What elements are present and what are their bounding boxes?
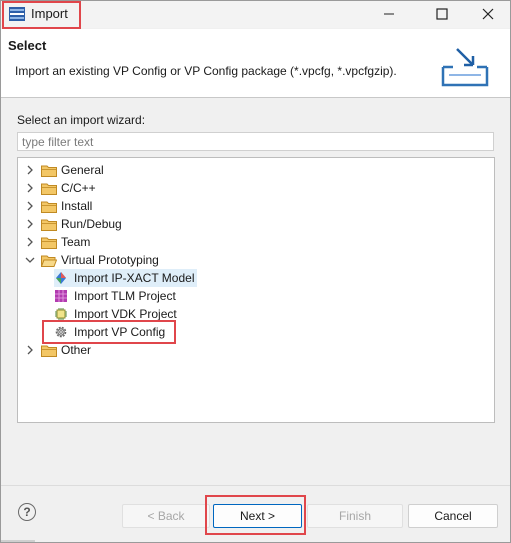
title-bar: Import: [1, 1, 510, 29]
tree-item-team[interactable]: Team: [24, 233, 90, 251]
wizard-tree[interactable]: General C/C++ Install Run/Debug Team Vir…: [17, 157, 495, 423]
tree-item-label: Import TLM Project: [74, 289, 176, 303]
next-button[interactable]: Next >: [213, 504, 302, 528]
tree-item-other[interactable]: Other: [24, 341, 91, 359]
footer-divider: [1, 485, 510, 486]
vdk-chip-icon: [55, 308, 67, 320]
tree-item-import-tlm-project[interactable]: Import TLM Project: [54, 287, 176, 305]
maximize-icon[interactable]: [432, 5, 452, 23]
folder-icon: [41, 237, 57, 249]
gear-icon: [55, 326, 67, 338]
chevron-right-icon[interactable]: [24, 233, 36, 251]
tree-item-import-ip-xact-model[interactable]: Import IP-XACT Model: [54, 269, 198, 287]
chevron-down-icon[interactable]: [24, 251, 36, 269]
tree-item-label: General: [61, 163, 104, 177]
tree-item-label: Other: [61, 343, 92, 357]
import-wizard-label: Select an import wizard:: [17, 113, 146, 127]
chevron-right-icon[interactable]: [24, 179, 36, 197]
tree-item-run-debug[interactable]: Run/Debug: [24, 215, 122, 233]
help-icon: ?: [23, 505, 31, 519]
finish-button[interactable]: Finish: [307, 504, 403, 528]
wizard-header: Select Import an existing VP Config or V…: [1, 29, 510, 97]
tree-item-import-vp-config[interactable]: Import VP Config: [54, 323, 165, 341]
tlm-project-icon: [55, 290, 67, 302]
page-title: Select: [8, 38, 47, 53]
minimize-icon[interactable]: [379, 5, 399, 23]
tree-item-install[interactable]: Install: [24, 197, 92, 215]
tree-item-label: Run/Debug: [61, 217, 122, 231]
tree-item-label: Import IP-XACT Model: [74, 271, 195, 285]
tree-item-label: Virtual Prototyping: [61, 253, 159, 267]
chevron-right-icon[interactable]: [24, 161, 36, 179]
import-banner-icon: [441, 48, 489, 87]
tree-item-import-vdk-project[interactable]: Import VDK Project: [54, 305, 177, 323]
bottom-edge-line: [1, 540, 35, 542]
open-folder-icon: [41, 255, 57, 267]
folder-icon: [41, 183, 57, 195]
tree-item-label: Import VP Config: [74, 325, 166, 339]
folder-icon: [41, 219, 57, 231]
folder-icon: [41, 201, 57, 213]
close-icon[interactable]: [478, 5, 498, 23]
tree-item-label: Team: [61, 235, 91, 249]
tree-item-label: C/C++: [61, 181, 96, 195]
chevron-right-icon[interactable]: [24, 341, 36, 359]
tree-item-cpp[interactable]: C/C++: [24, 179, 96, 197]
window-title: Import: [31, 6, 68, 21]
page-description: Import an existing VP Config or VP Confi…: [15, 64, 397, 78]
tree-item-virtual-prototyping[interactable]: Virtual Prototyping: [24, 251, 159, 269]
import-app-icon: [9, 7, 25, 21]
chevron-right-icon[interactable]: [24, 197, 36, 215]
cancel-button[interactable]: Cancel: [408, 504, 498, 528]
ip-xact-icon: [56, 272, 66, 284]
chevron-right-icon[interactable]: [24, 215, 36, 233]
folder-icon: [41, 345, 57, 357]
header-divider: [1, 97, 510, 98]
import-dialog: Import Select Import an existing VP Conf…: [0, 0, 511, 543]
tree-item-label: Install: [61, 199, 93, 213]
folder-icon: [41, 165, 57, 177]
tree-item-general[interactable]: General: [24, 161, 104, 179]
back-button[interactable]: < Back: [122, 504, 210, 528]
tree-item-label: Import VDK Project: [74, 307, 177, 321]
filter-input[interactable]: [17, 132, 494, 151]
help-button[interactable]: ?: [18, 503, 36, 521]
